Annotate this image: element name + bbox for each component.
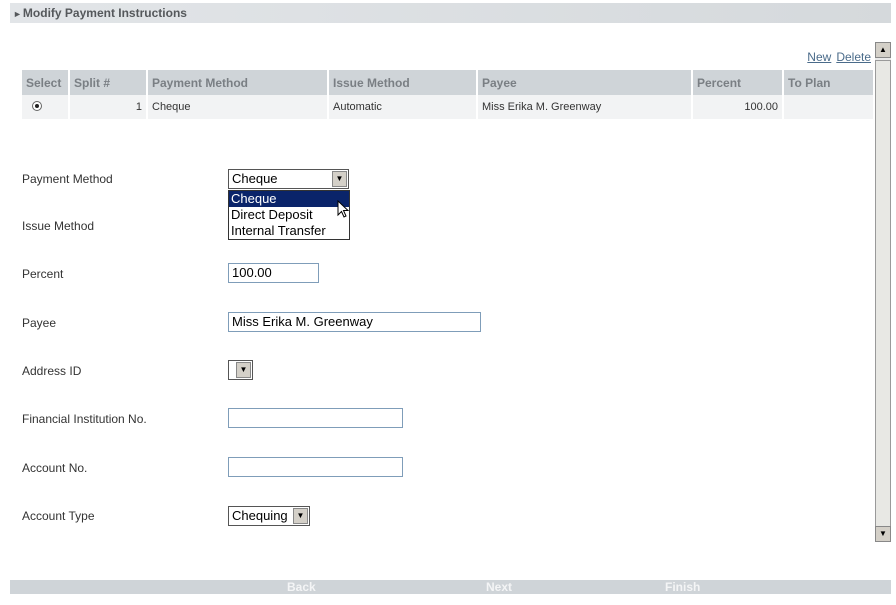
col-to-plan: To Plan	[783, 70, 873, 95]
chevron-down-icon[interactable]: ▼	[236, 362, 251, 378]
percent-cell: 100.00	[692, 95, 784, 119]
account-type-label: Account Type	[22, 509, 95, 523]
issue-method-cell: Automatic	[328, 95, 478, 119]
issue-method-label: Issue Method	[22, 219, 95, 233]
col-issue-method: Issue Method	[328, 70, 478, 95]
section-header: ►Modify Payment Instructions	[10, 3, 891, 23]
col-payment-method: Payment Method	[147, 70, 329, 95]
account-no-label: Account No.	[22, 461, 88, 475]
col-percent: Percent	[692, 70, 784, 95]
option-cheque[interactable]: Cheque	[229, 191, 349, 207]
option-internal-transfer[interactable]: Internal Transfer	[229, 223, 349, 239]
percent-input[interactable]: 100.00	[228, 263, 319, 283]
payee-cell: Miss Erika M. Greenway	[477, 95, 693, 119]
to-plan-cell	[783, 95, 873, 119]
next-button[interactable]: Next	[486, 580, 512, 594]
account-type-select[interactable]: Chequing ▼	[228, 506, 310, 526]
table-header-row: Select Split # Payment Method Issue Meth…	[22, 70, 873, 95]
address-id-select[interactable]: ▼	[228, 360, 253, 380]
mouse-cursor-icon	[337, 200, 350, 218]
page-title: ►Modify Payment Instructions	[13, 6, 187, 20]
vertical-scrollbar[interactable]: ▲ ▼	[875, 42, 891, 542]
scroll-up-icon[interactable]: ▲	[875, 42, 891, 58]
payment-method-select[interactable]: Cheque ▼	[228, 169, 349, 189]
delete-link[interactable]: Delete	[836, 50, 871, 64]
grid-actions: New Delete	[802, 50, 871, 64]
wizard-nav-bar: Back Next Finish	[10, 580, 891, 594]
payment-method-label: Payment Method	[22, 172, 113, 186]
back-button[interactable]: Back	[287, 580, 316, 594]
scroll-down-icon[interactable]: ▼	[875, 526, 891, 542]
payee-input[interactable]: Miss Erika M. Greenway	[228, 312, 481, 332]
split-cell: 1	[69, 95, 148, 119]
option-direct-deposit[interactable]: Direct Deposit	[229, 207, 349, 223]
table-row[interactable]: 1 Cheque Automatic Miss Erika M. Greenwa…	[22, 95, 873, 119]
chevron-down-icon[interactable]: ▼	[293, 508, 308, 524]
chevron-down-icon[interactable]: ▼	[332, 171, 347, 187]
payment-method-options[interactable]: Cheque Direct Deposit Internal Transfer	[228, 190, 350, 240]
payment-split-table: Select Split # Payment Method Issue Meth…	[22, 70, 873, 119]
account-no-input[interactable]	[228, 457, 403, 477]
row-select-radio[interactable]	[32, 100, 42, 111]
col-select: Select	[22, 70, 70, 95]
address-id-label: Address ID	[22, 364, 82, 378]
finish-button[interactable]: Finish	[665, 580, 700, 594]
scroll-thumb[interactable]	[875, 60, 891, 538]
expand-arrow-icon: ►	[13, 9, 22, 19]
new-link[interactable]: New	[807, 50, 831, 64]
col-split: Split #	[69, 70, 148, 95]
payment-method-value: Cheque	[232, 171, 278, 186]
financial-institution-label: Financial Institution No.	[22, 412, 147, 426]
col-payee: Payee	[477, 70, 693, 95]
row-select-cell[interactable]	[22, 95, 70, 119]
payment-method-cell: Cheque	[147, 95, 329, 119]
payee-label: Payee	[22, 316, 57, 330]
percent-label: Percent	[22, 267, 64, 281]
account-type-value: Chequing	[232, 508, 288, 523]
financial-institution-input[interactable]	[228, 408, 403, 428]
